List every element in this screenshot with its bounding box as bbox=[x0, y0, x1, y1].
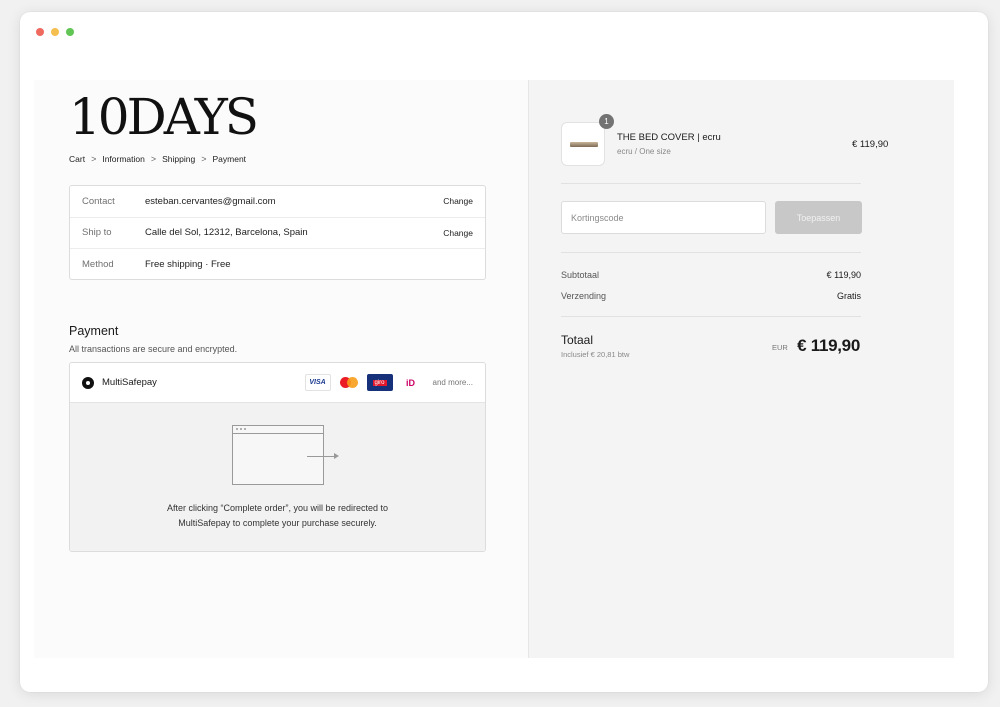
breadcrumb-separator: > bbox=[91, 154, 97, 164]
minimize-window-button[interactable] bbox=[51, 28, 59, 36]
change-contact-link[interactable]: Change bbox=[443, 196, 473, 206]
shipping-label: Verzending bbox=[561, 291, 607, 301]
subtotal-value: € 119,90 bbox=[826, 270, 861, 280]
product-price: € 119,90 bbox=[852, 139, 889, 150]
review-row-contact: Contact esteban.cervantes@gmail.com Chan… bbox=[70, 186, 485, 218]
giropay-icon: giro bbox=[366, 374, 393, 391]
offsite-redirect-icon bbox=[232, 425, 344, 487]
line-item: 1 THE BED COVER | ecru ecru / One size €… bbox=[561, 114, 888, 168]
card-logos: VISA giro iD and more... bbox=[304, 374, 473, 391]
discount-code-input[interactable] bbox=[561, 201, 766, 234]
payment-option-multisafepay[interactable]: MultiSafepay VISA giro iD and more... bbox=[70, 363, 485, 403]
maximize-window-button[interactable] bbox=[66, 28, 74, 36]
bed-cover-image bbox=[570, 142, 598, 147]
checkout-page: 10DAYS Cart > Information > Shipping > P… bbox=[34, 80, 954, 658]
subtotal-label: Subtotaal bbox=[561, 270, 600, 280]
breadcrumb-separator: > bbox=[201, 154, 207, 164]
browser-window: 10DAYS Cart > Information > Shipping > P… bbox=[20, 12, 988, 692]
payment-radio[interactable] bbox=[82, 376, 94, 389]
payment-heading: Payment bbox=[69, 324, 119, 338]
method-value: Free shipping · Free bbox=[145, 259, 231, 271]
quantity-badge: 1 bbox=[599, 114, 614, 129]
mastercard-icon bbox=[335, 374, 362, 391]
review-row-ship-to: Ship to Calle del Sol, 12312, Barcelona,… bbox=[70, 218, 485, 249]
total-label: Totaal bbox=[561, 333, 594, 347]
window-controls bbox=[36, 28, 74, 36]
apply-discount-button[interactable]: Toepassen bbox=[775, 201, 862, 234]
redirect-panel: After clicking “Complete order”, you wil… bbox=[70, 403, 485, 551]
breadcrumb-shipping[interactable]: Shipping bbox=[162, 154, 195, 164]
payment-subtitle: All transactions are secure and encrypte… bbox=[69, 344, 238, 354]
brand-logo[interactable]: 10DAYS bbox=[69, 92, 259, 142]
product-thumbnail bbox=[561, 122, 605, 166]
product-variant: ecru / One size bbox=[617, 147, 671, 156]
subtotal-line: Subtotaal € 119,90 bbox=[561, 270, 861, 280]
contact-value: esteban.cervantes@gmail.com bbox=[145, 195, 276, 207]
redirect-message: After clicking “Complete order”, you wil… bbox=[166, 503, 389, 528]
payment-method-box: MultiSafepay VISA giro iD and more... Af… bbox=[69, 362, 486, 552]
breadcrumb: Cart > Information > Shipping > Payment bbox=[69, 154, 246, 164]
checkout-main: 10DAYS Cart > Information > Shipping > P… bbox=[69, 80, 489, 658]
change-ship-to-link[interactable]: Change bbox=[443, 228, 473, 238]
review-label: Ship to bbox=[82, 227, 112, 239]
more-payment-methods: and more... bbox=[432, 378, 473, 387]
breadcrumb-payment: Payment bbox=[212, 154, 247, 164]
total-currency: EUR bbox=[772, 343, 788, 352]
review-box: Contact esteban.cervantes@gmail.com Chan… bbox=[69, 185, 486, 280]
product-name: THE BED COVER | ecru bbox=[617, 132, 721, 143]
breadcrumb-separator: > bbox=[150, 154, 157, 164]
ideal-icon: iD bbox=[397, 374, 424, 391]
close-window-button[interactable] bbox=[36, 28, 44, 36]
payment-method-name: MultiSafepay bbox=[102, 377, 157, 388]
review-label: Contact bbox=[82, 195, 115, 207]
shipping-line: Verzending Gratis bbox=[561, 291, 861, 301]
shipping-value: Gratis bbox=[836, 291, 861, 301]
breadcrumb-cart[interactable]: Cart bbox=[69, 154, 85, 164]
order-summary: 1 THE BED COVER | ecru ecru / One size €… bbox=[528, 80, 954, 658]
ship-to-value: Calle del Sol, 12312, Barcelona, Spain bbox=[145, 227, 308, 239]
visa-icon: VISA bbox=[304, 374, 331, 391]
summary-divider bbox=[561, 183, 861, 184]
review-row-method: Method Free shipping · Free bbox=[70, 249, 485, 281]
total-tax-note: Inclusief € 20,81 btw bbox=[561, 350, 630, 359]
review-label: Method bbox=[82, 259, 114, 271]
breadcrumb-information[interactable]: Information bbox=[102, 154, 145, 164]
total-value: € 119,90 bbox=[797, 336, 860, 355]
summary-divider bbox=[561, 316, 861, 317]
summary-divider bbox=[561, 252, 861, 253]
